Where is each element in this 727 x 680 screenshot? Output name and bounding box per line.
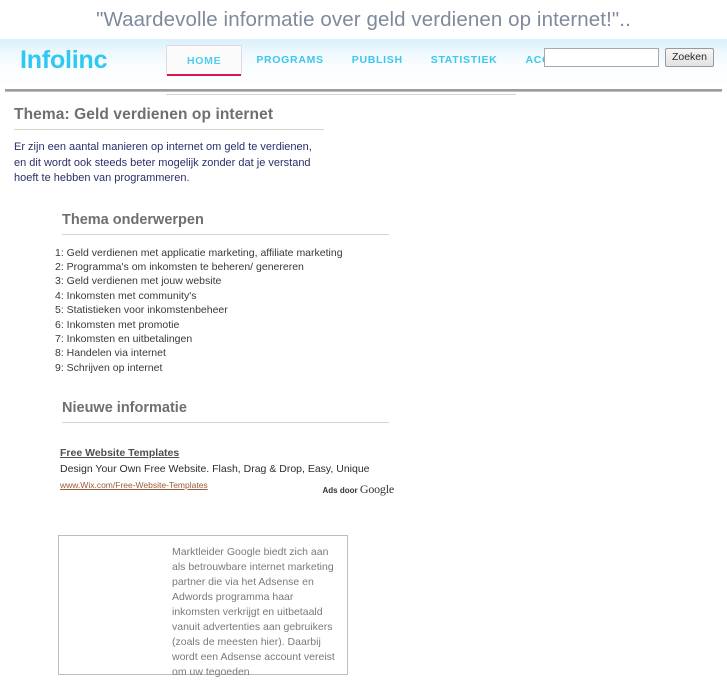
nav-item-statistiek[interactable]: STATISTIEK xyxy=(417,45,512,75)
list-item[interactable]: 2: Programma's om inkomsten te beheren/ … xyxy=(55,260,727,274)
site-logo[interactable]: Infolinc xyxy=(20,48,107,73)
list-item[interactable]: 9: Schrijven op internet xyxy=(55,361,727,375)
news-heading-rule xyxy=(62,422,389,424)
list-item[interactable]: 6: Inkomsten met promotie xyxy=(55,318,727,332)
list-item[interactable]: 7: Inkomsten en uitbetalingen xyxy=(55,332,727,346)
site-header: Infolinc HOME PROGRAMS PUBLISH STATISTIE… xyxy=(0,39,727,95)
top-banner: "Waardevolle informatie over geld verdie… xyxy=(0,0,727,39)
nav-item-programs[interactable]: PROGRAMS xyxy=(242,45,337,75)
ads-by-prefix: Ads door xyxy=(322,486,358,496)
nav-item-publish[interactable]: PUBLISH xyxy=(338,45,417,75)
search-area: Zoeken xyxy=(543,48,714,67)
main-content: Thema: Geld verdienen op internet Er zij… xyxy=(0,92,727,678)
ads-by-google-label[interactable]: Ads door Google xyxy=(322,482,395,497)
ad-url-link[interactable]: www.Wix.com/Free-Website-Templates xyxy=(60,480,208,490)
nav-item-home[interactable]: HOME xyxy=(166,45,243,76)
google-ad-block: Free Website Templates Design Your Own F… xyxy=(60,443,394,496)
list-item[interactable]: 4: Inkomsten met community's xyxy=(55,289,727,303)
info-box-text: Marktleider Google biedt zich aan als be… xyxy=(172,546,335,678)
intro-paragraph: Er zijn een aantal manieren op internet … xyxy=(14,141,312,184)
page-title-rule xyxy=(14,129,324,130)
list-item[interactable]: 8: Handelen via internet xyxy=(55,346,727,360)
banner-tagline: "Waardevolle informatie over geld verdie… xyxy=(96,7,631,31)
topics-heading-rule xyxy=(62,233,389,235)
topic-list: 1: Geld verdienen met applicatie marketi… xyxy=(0,246,727,376)
ad-title-link[interactable]: Free Website Templates xyxy=(60,447,179,459)
news-heading: Nieuwe informatie xyxy=(62,400,187,417)
page-title: Thema: Geld verdienen op internet xyxy=(14,106,274,123)
search-input[interactable] xyxy=(543,48,659,67)
topics-heading: Thema onderwerpen xyxy=(62,211,204,228)
list-item[interactable]: 1: Geld verdienen met applicatie marketi… xyxy=(55,246,727,260)
list-item[interactable]: 3: Geld verdienen met jouw website xyxy=(55,274,727,288)
list-item[interactable]: 5: Statistieken voor inkomstenbeheer xyxy=(55,303,727,317)
ad-description: Design Your Own Free Website. Flash, Dra… xyxy=(60,463,370,476)
google-wordmark: Google xyxy=(359,482,394,497)
main-navigation: HOME PROGRAMS PUBLISH STATISTIEK ACCOUNT xyxy=(166,45,597,76)
search-button[interactable]: Zoeken xyxy=(664,48,714,67)
info-box: Marktleider Google biedt zich aan als be… xyxy=(58,535,348,678)
